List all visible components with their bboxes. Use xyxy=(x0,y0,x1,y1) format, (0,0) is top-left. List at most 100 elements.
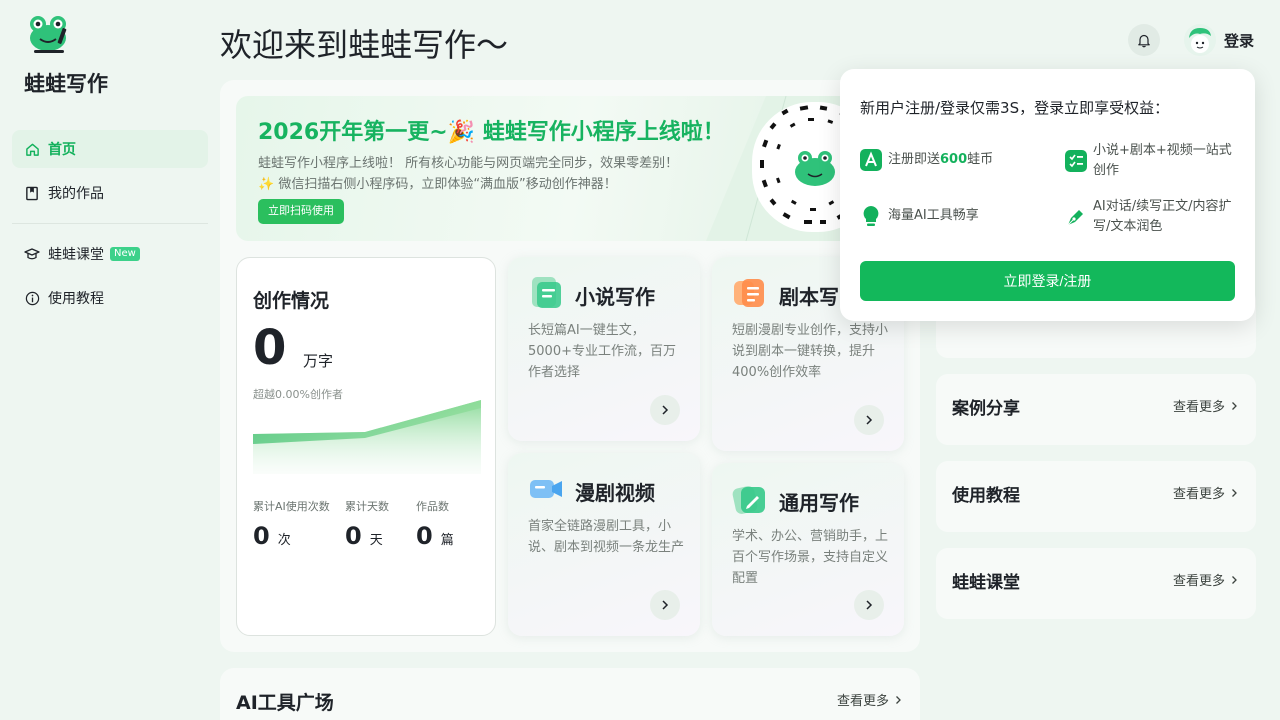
comic-video-card[interactable]: 漫剧视频 首家全链路漫剧工具，小说、剧本到视频一条龙生产 xyxy=(508,453,700,636)
chevron-right-icon xyxy=(866,415,873,425)
banner-text-2: ✨ 微信扫描右侧小程序码，立即体验“满血版”移动创作神器！ xyxy=(258,177,617,192)
benefit1-suffix: 蛙币 xyxy=(967,152,994,167)
notification-button[interactable] xyxy=(1128,24,1160,56)
days-unit: 天 xyxy=(369,533,383,548)
general-card-desc: 学术、办公、营销助手，上百个写作场景，支持自定义配置 xyxy=(732,529,889,586)
days-label: 累计天数 xyxy=(345,500,389,513)
more-label: 查看更多 xyxy=(1172,487,1225,502)
classroom-more-link[interactable]: 查看更多 xyxy=(1173,570,1238,589)
nav-works-label: 我的作品 xyxy=(48,186,104,202)
benefit1-number: 600 xyxy=(940,152,968,167)
script-card-title: 剧本写 xyxy=(779,285,839,309)
stats-trend-chart xyxy=(253,400,481,474)
pen-nib-icon xyxy=(1067,210,1083,226)
days-stat: 累计天数 0 天 xyxy=(345,498,389,550)
ai-usage-unit: 次 xyxy=(277,533,291,548)
tutorial-card[interactable]: 使用教程 查看更多 xyxy=(936,461,1256,532)
bell-icon xyxy=(1138,34,1150,47)
chevron-right-icon xyxy=(1232,488,1237,497)
chevron-right-icon xyxy=(662,600,669,610)
works-label: 作品数 xyxy=(416,500,449,513)
benefit-ai-writing: AI对话/续写正文/内容扩写/文本润色 xyxy=(1065,197,1235,237)
login-benefits-popup: 新用户注册/登录仅需3S，登录立即享受权益： 注册即送600蛙币 小说+剧本+视… xyxy=(840,69,1255,321)
ai-tools-more-link[interactable]: 查看更多 xyxy=(837,690,902,709)
tutorial-more-link[interactable]: 查看更多 xyxy=(1173,483,1238,502)
creation-stats-card: 创作情况 0 万字 超越0.00%创作者 累计AI使用次数 0 次 累计天数 0… xyxy=(236,257,496,636)
login-register-button[interactable]: 立即登录/注册 xyxy=(860,261,1235,301)
nav-item-classroom[interactable]: 蛙蛙课堂 New xyxy=(12,235,208,273)
nav-item-home[interactable]: 首页 xyxy=(12,130,208,168)
sidebar: 蛙蛙写作 首页 我的作品 蛙蛙课堂 New 使用教程 xyxy=(0,0,220,720)
benefit-tools: 海量AI工具畅享 xyxy=(860,205,979,227)
case-share-more-link[interactable]: 查看更多 xyxy=(1173,396,1238,415)
general-writing-card[interactable]: 通用写作 学术、办公、营销助手，上百个写作场景，支持自定义配置 xyxy=(712,463,904,636)
video-card-desc: 首家全链路漫剧工具，小说、剧本到视频一条龙生产 xyxy=(528,519,685,555)
more-label: 查看更多 xyxy=(836,694,889,709)
ai-usage-value: 0 xyxy=(253,522,270,550)
novel-card-desc: 长短篇AI一键生文，5000+专业工作流，百万作者选择 xyxy=(528,323,676,380)
stats-title: 创作情况 xyxy=(253,290,330,312)
nav-divider xyxy=(12,223,208,224)
video-card-title: 漫剧视频 xyxy=(575,481,655,505)
more-label: 查看更多 xyxy=(1172,574,1225,589)
more-label: 查看更多 xyxy=(1172,400,1225,415)
info-icon xyxy=(24,290,40,306)
scan-now-button[interactable]: 立即扫码使用 xyxy=(258,199,344,224)
script-card-desc: 短剧漫剧专业创作，支持小说到剧本一键转换，提升400%创作效率 xyxy=(732,323,889,380)
novel-card-title: 小说写作 xyxy=(575,285,655,309)
classroom-card[interactable]: 蛙蛙课堂 查看更多 xyxy=(936,548,1256,619)
benefit2-text: 小说+剧本+视频一站式创作 xyxy=(1093,143,1232,178)
nav-home-label: 首页 xyxy=(48,142,76,158)
benefit4-text: AI对话/续写正文/内容扩写/文本润色 xyxy=(1093,199,1232,234)
popup-title: 新用户注册/登录仅需3S，登录立即享受权益： xyxy=(860,99,1170,117)
new-badge: New xyxy=(110,247,140,261)
chevron-right-icon xyxy=(1232,575,1237,584)
novel-card-arrow-button[interactable] xyxy=(650,395,680,425)
graduation-cap-icon xyxy=(24,246,40,262)
general-card-title: 通用写作 xyxy=(779,491,859,515)
novel-doc-icon xyxy=(532,277,561,308)
classroom-title: 蛙蛙课堂 xyxy=(952,573,1020,593)
works-value: 0 xyxy=(416,522,433,550)
ai-tools-title: AI工具广场 xyxy=(236,692,334,714)
chevron-right-icon xyxy=(896,695,901,704)
nav-classroom-label: 蛙蛙课堂 xyxy=(48,247,104,263)
banner-title: 2026开年第一更~🎉 蛙蛙写作小程序上线啦！ xyxy=(258,120,725,145)
case-share-card[interactable]: 案例分享 查看更多 xyxy=(936,374,1256,445)
days-value: 0 xyxy=(345,522,362,550)
benefit-coins: 注册即送600蛙币 xyxy=(860,149,993,171)
video-camera-icon xyxy=(530,480,562,498)
chevron-right-icon xyxy=(1232,401,1237,410)
checklist-icon xyxy=(1065,150,1087,172)
script-stack-icon xyxy=(734,279,764,307)
welcome-title: 欢迎来到蛙蛙写作～ xyxy=(220,26,509,64)
frog-logo[interactable] xyxy=(26,14,72,56)
banner-text-1: 蛙蛙写作小程序上线啦！ 所有核心功能与网页端完全同步，效果零差别！ xyxy=(258,156,679,171)
nav-tutorial-label: 使用教程 xyxy=(48,291,104,307)
total-words-unit: 万字 xyxy=(303,352,334,370)
nav-item-works[interactable]: 我的作品 xyxy=(12,174,208,212)
book-icon xyxy=(24,185,40,201)
works-stat: 作品数 0 篇 xyxy=(416,498,454,550)
brand-name: 蛙蛙写作 xyxy=(24,72,108,96)
benefit1-prefix: 注册即送 xyxy=(888,152,941,167)
chevron-right-icon xyxy=(866,600,873,610)
total-words-value: 0 xyxy=(253,320,287,376)
letter-a-icon xyxy=(860,149,882,171)
video-card-arrow-button[interactable] xyxy=(650,590,680,620)
benefit-one-stop: 小说+剧本+视频一站式创作 xyxy=(1065,141,1235,181)
novel-writing-card[interactable]: 小说写作 长短篇AI一键生文，5000+专业工作流，百万作者选择 xyxy=(508,257,700,441)
avatar-icon[interactable] xyxy=(1184,24,1216,56)
benefit3-text: 海量AI工具畅享 xyxy=(888,208,979,223)
works-unit: 篇 xyxy=(440,533,454,548)
ai-tools-section: AI工具广场 查看更多 xyxy=(220,668,920,720)
pencil-doc-icon xyxy=(732,486,765,514)
login-link[interactable]: 登录 xyxy=(1224,30,1254,51)
ai-usage-stat: 累计AI使用次数 0 次 xyxy=(253,498,330,550)
lightbulb-icon xyxy=(863,206,879,226)
script-card-arrow-button[interactable] xyxy=(854,405,884,435)
chevron-right-icon xyxy=(662,405,669,415)
nav-item-tutorial[interactable]: 使用教程 xyxy=(12,279,208,317)
general-card-arrow-button[interactable] xyxy=(854,590,884,620)
ai-usage-label: 累计AI使用次数 xyxy=(253,500,330,513)
